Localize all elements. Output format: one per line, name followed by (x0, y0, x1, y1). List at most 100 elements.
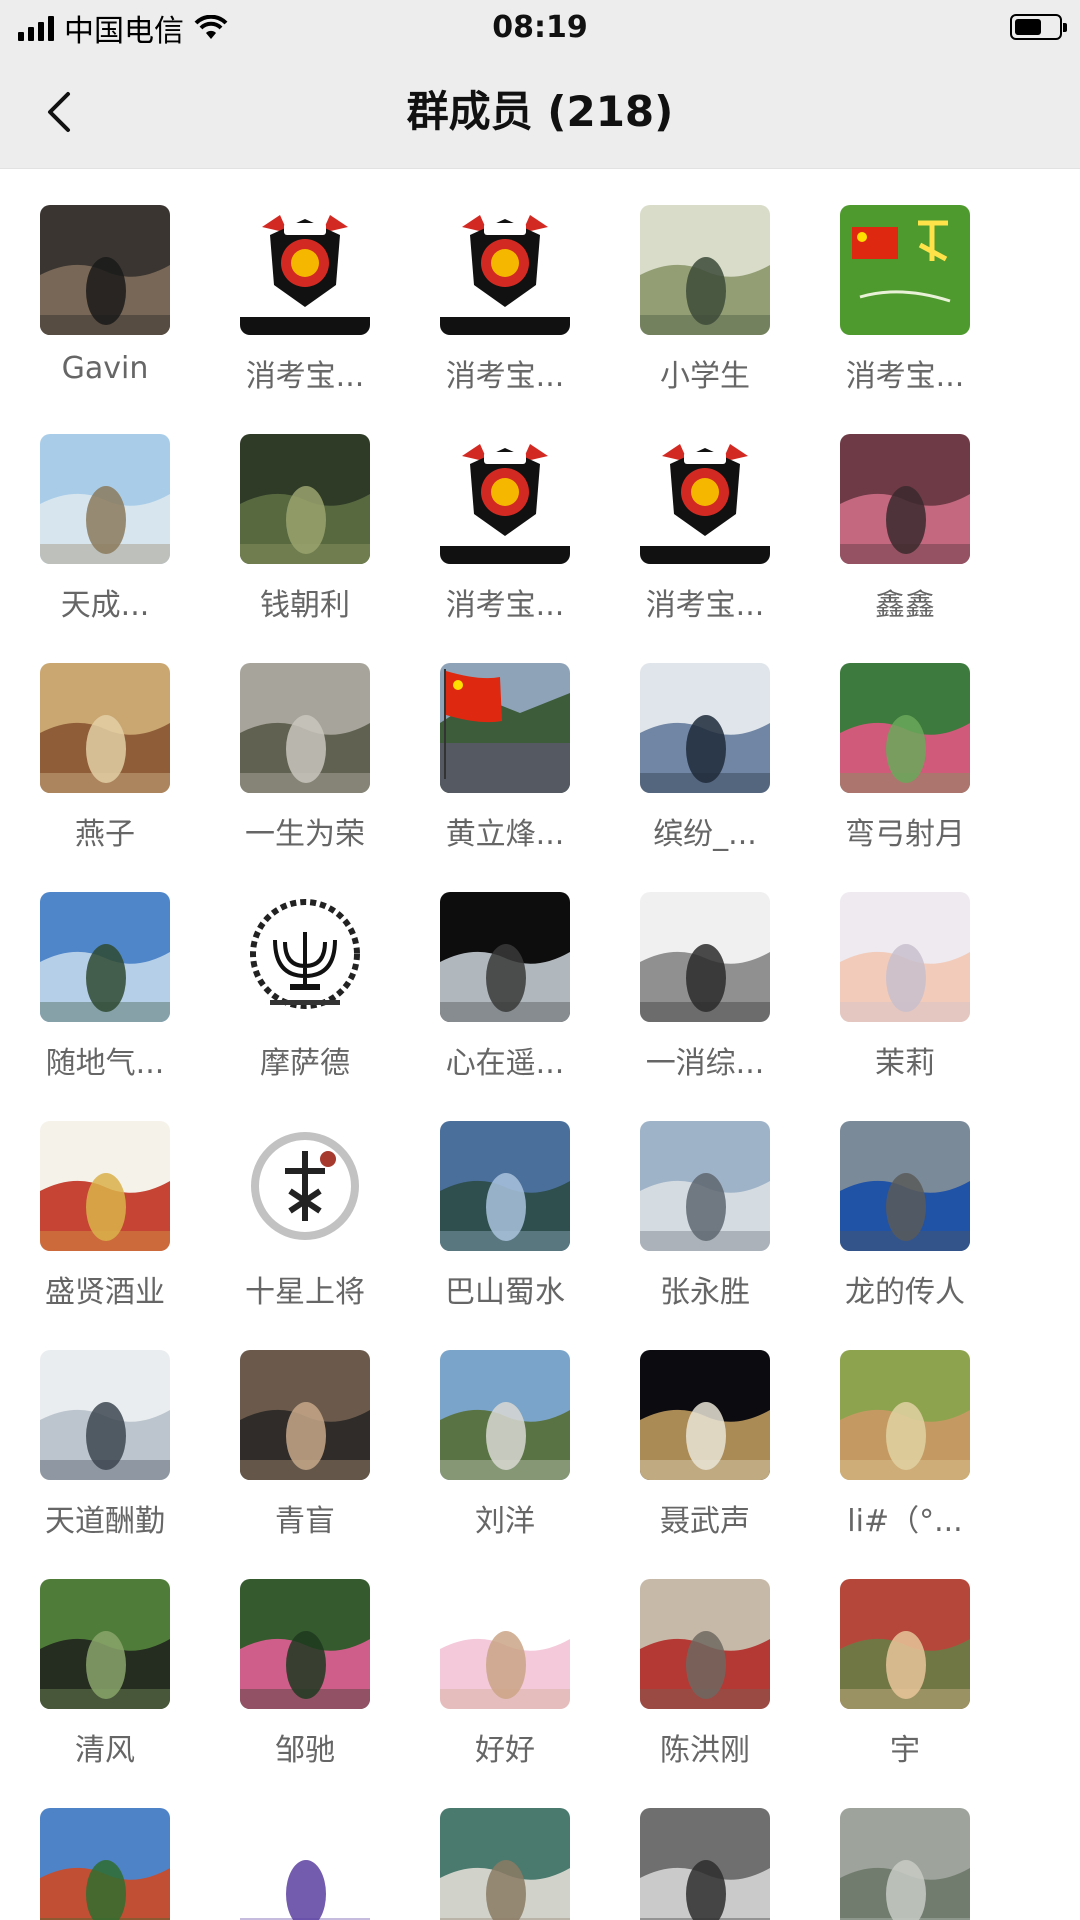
member-name: 消考宝... (445, 359, 565, 394)
member-item[interactable]: 鑫鑫 (805, 434, 1005, 624)
member-avatar[interactable] (240, 1808, 370, 1920)
member-item[interactable]: 消考宝... (405, 205, 605, 395)
member-avatar[interactable] (240, 892, 370, 1022)
member-item[interactable]: 钱朝利 (205, 434, 405, 624)
member-avatar[interactable] (440, 1808, 570, 1920)
member-avatar[interactable] (440, 434, 570, 564)
member-item[interactable]: 燕子 (5, 663, 205, 853)
member-avatar[interactable] (40, 1808, 170, 1920)
member-name: 消考宝... (445, 588, 565, 623)
member-avatar[interactable] (40, 1121, 170, 1251)
member-item[interactable]: 邹驰 (205, 1579, 405, 1769)
member-avatar[interactable] (840, 205, 970, 335)
member-avatar[interactable] (440, 1350, 570, 1480)
member-avatar[interactable] (840, 1350, 970, 1480)
member-item[interactable]: 陈洪刚 (605, 1579, 805, 1769)
member-avatar[interactable] (640, 1350, 770, 1480)
member-name: 陈洪刚 (660, 1733, 750, 1768)
member-item[interactable] (405, 1808, 605, 1920)
member-item[interactable]: 天成... (5, 434, 205, 624)
member-avatar[interactable] (440, 1121, 570, 1251)
member-name: 青盲 (275, 1504, 335, 1539)
member-avatar[interactable] (840, 434, 970, 564)
member-avatar[interactable] (440, 663, 570, 793)
member-item[interactable]: 随地气... (5, 892, 205, 1082)
member-item[interactable]: 巴山蜀水 (405, 1121, 605, 1311)
member-item[interactable]: 清风 (5, 1579, 205, 1769)
member-name: 好好 (475, 1733, 535, 1768)
member-item[interactable]: li#（°... (805, 1350, 1005, 1540)
member-item[interactable]: 消考宝... (405, 434, 605, 624)
status-time: 08:19 (492, 10, 588, 45)
member-avatar[interactable] (40, 1350, 170, 1480)
member-item[interactable]: 消考宝... (805, 205, 1005, 395)
member-item[interactable]: 刘洋 (405, 1350, 605, 1540)
member-avatar[interactable] (40, 205, 170, 335)
member-grid: Gavin 消考宝... 消考宝... 小学生消考宝... 天成... 钱朝利 消考宝...… (0, 205, 1080, 1920)
member-name: 龙的传人 (845, 1275, 965, 1310)
member-item[interactable]: 天道酬勤 (5, 1350, 205, 1540)
member-item[interactable]: 龙的传人 (805, 1121, 1005, 1311)
member-item[interactable]: 好好 (405, 1579, 605, 1769)
member-avatar[interactable] (40, 663, 170, 793)
member-avatar[interactable] (40, 892, 170, 1022)
member-avatar[interactable] (40, 434, 170, 564)
member-item[interactable]: 宇 (805, 1579, 1005, 1769)
member-avatar[interactable] (840, 663, 970, 793)
member-item[interactable]: 缤纷_... (605, 663, 805, 853)
member-avatar[interactable] (40, 1579, 170, 1709)
member-avatar[interactable] (240, 205, 370, 335)
member-name: 张永胜 (660, 1275, 750, 1310)
member-item[interactable]: 聂武声 (605, 1350, 805, 1540)
member-avatar[interactable] (240, 1579, 370, 1709)
member-avatar[interactable] (840, 892, 970, 1022)
member-avatar[interactable] (640, 892, 770, 1022)
member-item[interactable]: 十星上将 (205, 1121, 405, 1311)
member-item[interactable]: Gavin (5, 205, 205, 386)
member-item[interactable]: 心在遥... (405, 892, 605, 1082)
member-item[interactable]: 消考宝... (605, 434, 805, 624)
member-name: 消考宝... (845, 359, 965, 394)
member-name: 清风 (75, 1733, 135, 1768)
member-avatar[interactable] (640, 663, 770, 793)
member-avatar[interactable] (840, 1579, 970, 1709)
member-avatar[interactable] (440, 205, 570, 335)
member-avatar[interactable] (640, 1579, 770, 1709)
member-avatar[interactable] (640, 434, 770, 564)
member-name: 摩萨德 (260, 1046, 350, 1081)
member-avatar[interactable] (640, 1121, 770, 1251)
member-name: 消考宝... (245, 359, 365, 394)
member-item[interactable]: 一生为荣 (205, 663, 405, 853)
member-avatar[interactable] (840, 1121, 970, 1251)
member-name: 刘洋 (475, 1504, 535, 1539)
member-item[interactable]: 张永胜 (605, 1121, 805, 1311)
member-name: 邹驰 (275, 1733, 335, 1768)
member-item[interactable] (805, 1808, 1005, 1920)
member-avatar[interactable] (240, 1350, 370, 1480)
member-avatar[interactable] (640, 1808, 770, 1920)
member-avatar[interactable] (240, 1121, 370, 1251)
member-item[interactable]: 摩萨德 (205, 892, 405, 1082)
member-avatar[interactable] (240, 434, 370, 564)
member-item[interactable] (605, 1808, 805, 1920)
member-avatar[interactable] (440, 1579, 570, 1709)
member-item[interactable] (5, 1808, 205, 1920)
member-name: 茉莉 (875, 1046, 935, 1081)
member-avatar[interactable] (240, 663, 370, 793)
member-item[interactable]: 小学生 (605, 205, 805, 395)
member-item[interactable]: 青盲 (205, 1350, 405, 1540)
member-item[interactable]: 茉莉 (805, 892, 1005, 1082)
member-name: 钱朝利 (260, 588, 350, 623)
member-name: 消考宝... (645, 588, 765, 623)
member-item[interactable]: 黄立烽... (405, 663, 605, 853)
member-name: 宇 (890, 1733, 920, 1768)
member-item[interactable]: 弯弓射月 (805, 663, 1005, 853)
member-item[interactable] (205, 1808, 405, 1920)
member-avatar[interactable] (440, 892, 570, 1022)
member-item[interactable]: 一消综... (605, 892, 805, 1082)
member-name: 一消综... (645, 1046, 765, 1081)
member-avatar[interactable] (640, 205, 770, 335)
member-item[interactable]: 盛贤酒业 (5, 1121, 205, 1311)
member-item[interactable]: 消考宝... (205, 205, 405, 395)
member-avatar[interactable] (840, 1808, 970, 1920)
